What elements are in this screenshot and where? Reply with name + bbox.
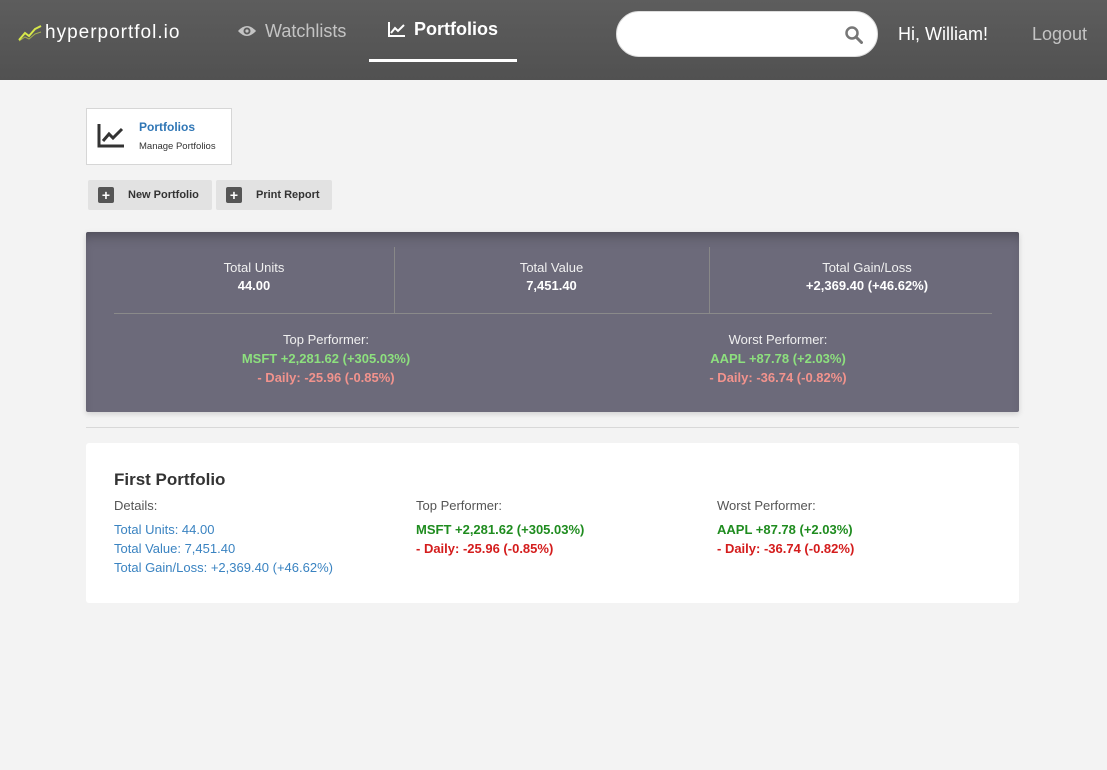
portfolios-section-header: Portfolios Manage Portfolios	[86, 108, 232, 165]
total-units-stat: Total Units 44.00	[114, 260, 394, 293]
top-performer-summary: Top Performer: MSFT +2,281.62 (+305.03%)…	[186, 330, 466, 387]
plus-icon: +	[98, 187, 114, 203]
total-gain-value: +2,369.40 (+46.62%)	[805, 278, 929, 293]
top-navbar: hyperportfol.io Watchlists Portfolios Hi…	[0, 0, 1107, 80]
portfolio-details: Details: Total Units: 44.00 Total Value:…	[114, 496, 333, 577]
search-icon[interactable]	[845, 26, 863, 44]
brand-name: hyperportfol.io	[45, 22, 181, 43]
top-performer-daily: - Daily: -25.96 (-0.85%)	[416, 541, 554, 556]
line-chart-icon	[97, 124, 124, 148]
plus-icon: +	[226, 187, 242, 203]
total-value-stat: Total Value 7,451.40	[394, 260, 709, 293]
portfolio-total-gain[interactable]: Total Gain/Loss: +2,369.40 (+46.62%)	[114, 558, 333, 577]
worst-performer-daily: - Daily: -36.74 (-0.82%)	[709, 370, 847, 385]
brand-logo[interactable]: hyperportfol.io	[18, 20, 180, 46]
portfolio-summary-panel: Total Units 44.00 Total Value 7,451.40 T…	[86, 232, 1019, 412]
top-performer-value: MSFT +2,281.62 (+305.03%)	[416, 522, 585, 537]
search-bar	[616, 11, 878, 57]
area-chart-icon	[388, 22, 405, 37]
trend-line-icon	[18, 25, 42, 42]
nav-watchlists[interactable]: Watchlists	[237, 0, 346, 62]
top-performer-value: MSFT +2,281.62 (+305.03%)	[241, 351, 411, 366]
portfolio-worst-performer: Worst Performer: AAPL +87.78 (+2.03%) - …	[717, 496, 854, 558]
total-gain-stat: Total Gain/Loss +2,369.40 (+46.62%)	[709, 260, 1025, 293]
total-value-label: Total Value	[519, 260, 584, 275]
logout-link[interactable]: Logout	[1032, 24, 1087, 45]
portfolio-total-units[interactable]: Total Units: 44.00	[114, 520, 333, 539]
total-value-value: 7,451.40	[526, 278, 577, 293]
worst-performer-value: AAPL +87.78 (+2.03%)	[710, 351, 846, 366]
section-separator	[86, 427, 1019, 428]
portfolio-title[interactable]: First Portfolio	[114, 470, 225, 490]
worst-performer-daily: - Daily: -36.74 (-0.82%)	[717, 541, 855, 556]
user-greeting: Hi, William!	[898, 24, 988, 44]
portfolio-card: First Portfolio Details: Total Units: 44…	[86, 443, 1019, 603]
new-portfolio-button[interactable]: + New Portfolio	[88, 180, 212, 210]
worst-performer-summary: Worst Performer: AAPL +87.78 (+2.03%) - …	[638, 330, 918, 387]
section-subtitle: Manage Portfolios	[139, 141, 216, 152]
portfolio-top-performer: Top Performer: MSFT +2,281.62 (+305.03%)…	[416, 496, 584, 558]
print-report-button[interactable]: + Print Report	[216, 180, 332, 210]
nav-portfolios[interactable]: Portfolios	[369, 0, 517, 62]
worst-performer-label: Worst Performer:	[728, 332, 828, 347]
worst-performer-value: AAPL +87.78 (+2.03%)	[717, 522, 853, 537]
summary-divider	[114, 313, 992, 314]
total-units-value: 44.00	[237, 278, 271, 293]
top-performer-daily: - Daily: -25.96 (-0.85%)	[257, 370, 395, 385]
total-units-label: Total Units	[223, 260, 285, 275]
nav-portfolios-label: Portfolios	[414, 19, 498, 39]
section-title: Portfolios	[139, 120, 195, 134]
search-input[interactable]	[635, 22, 835, 48]
top-performer-label: Top Performer:	[416, 498, 502, 513]
details-label: Details:	[114, 498, 158, 513]
total-gain-label: Total Gain/Loss	[822, 260, 912, 275]
nav-watchlists-label: Watchlists	[265, 20, 347, 41]
portfolio-total-value[interactable]: Total Value: 7,451.40	[114, 539, 333, 558]
eye-icon	[238, 26, 256, 36]
worst-performer-label: Worst Performer:	[717, 498, 816, 513]
new-portfolio-label: New Portfolio	[128, 189, 199, 201]
top-performer-label: Top Performer:	[283, 332, 369, 347]
print-report-label: Print Report	[256, 189, 320, 201]
